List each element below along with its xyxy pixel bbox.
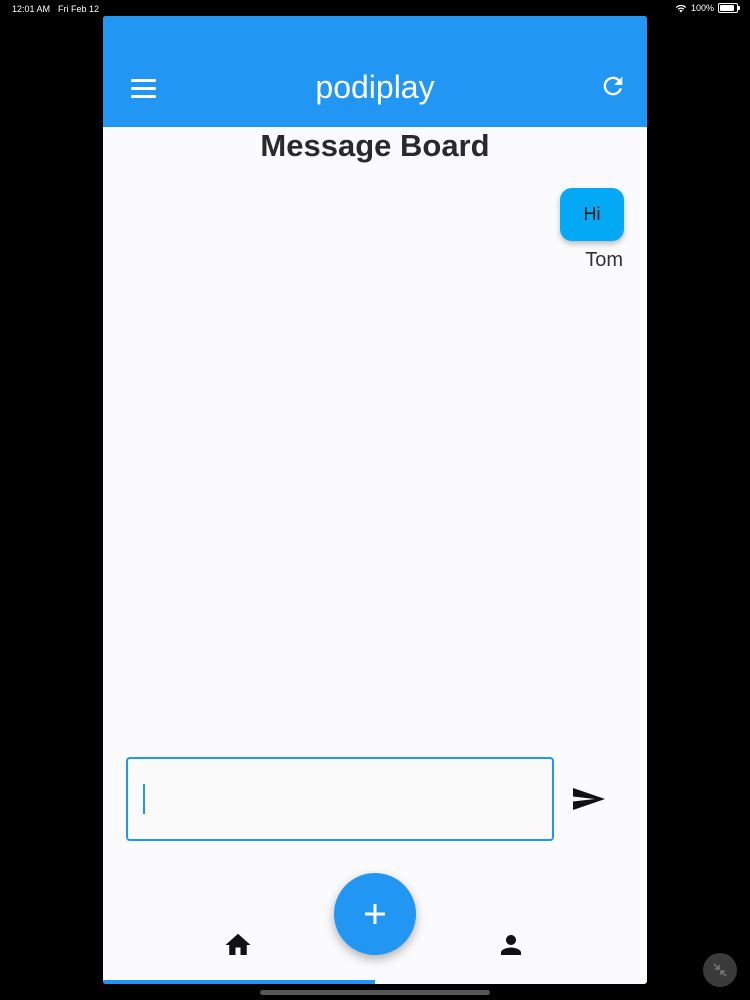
status-right: 100%	[675, 3, 740, 13]
active-tab-indicator	[103, 980, 375, 984]
plus-icon	[365, 904, 385, 924]
app-bar: podiplay	[103, 16, 647, 127]
refresh-icon[interactable]	[599, 72, 627, 100]
message-bubble[interactable]: Hi	[560, 188, 624, 241]
app-window: podiplay Message Board Hi Tom	[103, 16, 647, 984]
add-button[interactable]	[334, 873, 416, 955]
message-sender: Tom	[585, 249, 623, 271]
send-icon[interactable]	[571, 784, 607, 814]
status-time: 12:01 AM	[12, 4, 51, 14]
home-icon[interactable]	[222, 930, 254, 960]
person-icon[interactable]	[496, 930, 526, 960]
wifi-icon	[675, 4, 687, 12]
message-text: Hi	[583, 204, 601, 224]
battery-percent: 100%	[690, 3, 714, 13]
status-date: Fri Feb 12	[58, 4, 100, 14]
text-caret	[143, 784, 145, 814]
message-input[interactable]	[126, 757, 554, 841]
home-indicator[interactable]	[260, 990, 490, 995]
collapse-icon[interactable]	[703, 953, 737, 987]
message-item: Hi Tom	[560, 188, 624, 272]
page-title: Message Board	[260, 128, 490, 163]
battery-icon	[718, 3, 740, 13]
app-title: podiplay	[315, 69, 435, 105]
